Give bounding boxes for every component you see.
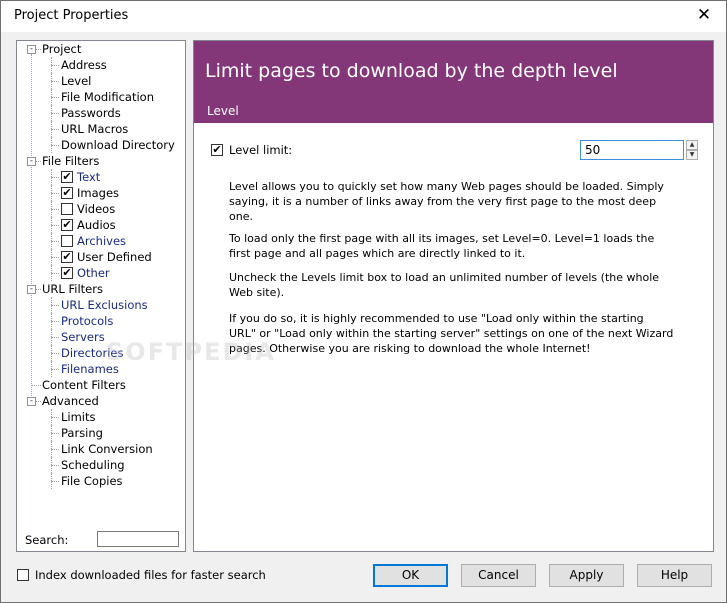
- filter-checkbox[interactable]: [61, 203, 73, 215]
- filter-checkbox[interactable]: ✔: [61, 251, 73, 263]
- tree-item-label: URL Filters: [42, 282, 103, 296]
- window-title: Project Properties: [14, 8, 129, 23]
- tree-connector: [51, 321, 59, 322]
- section-subtitle: Level: [207, 104, 239, 118]
- description-paragraph: Uncheck the Levels limit box to load an …: [229, 271, 660, 299]
- tree-connector: [51, 337, 59, 338]
- tree-connector: [51, 353, 59, 354]
- filter-checkbox[interactable]: ✔: [61, 187, 73, 199]
- spin-down-icon[interactable]: ▼: [686, 150, 698, 160]
- apply-button[interactable]: Apply: [549, 564, 624, 587]
- tree-connector: [31, 385, 41, 386]
- tree-connector: [36, 289, 41, 290]
- index-files-label: Index downloaded files for faster search: [35, 568, 266, 582]
- filter-checkbox[interactable]: ✔: [61, 171, 73, 183]
- navigation-tree-panel: - Project Address Level File Modification Pas…: [16, 40, 186, 552]
- tree-item-label: Audios: [77, 218, 116, 232]
- tree-item-label: Other: [77, 266, 110, 280]
- index-files-checkbox[interactable]: [17, 569, 29, 581]
- cancel-button[interactable]: Cancel: [461, 564, 536, 587]
- tree-item-label: Download Directory: [61, 138, 175, 152]
- tree-item-label: File Filters: [42, 154, 100, 168]
- tree-item-label: URL Macros: [61, 122, 129, 136]
- tree-item-label: Address: [61, 58, 107, 72]
- search-input[interactable]: [97, 531, 179, 547]
- tree-item-label: Servers: [61, 330, 105, 344]
- page-title: Limit pages to download by the depth lev…: [205, 60, 618, 82]
- tree-item-label: URL Exclusions: [61, 298, 148, 312]
- tree-item-label: Text: [77, 170, 101, 184]
- tree-connector: [51, 241, 59, 242]
- filter-checkbox[interactable]: ✔: [61, 267, 73, 279]
- tree-connector: [51, 145, 59, 146]
- tree-item-label: Advanced: [42, 394, 99, 408]
- tree-connector: [51, 257, 59, 258]
- tree-connector: [51, 209, 59, 210]
- tree-connector: [51, 417, 59, 418]
- tree-connector: [51, 113, 59, 114]
- tree-connector: [51, 433, 59, 434]
- level-limit-spinner[interactable]: ▲ ▼: [686, 140, 698, 160]
- tree-connector: [51, 193, 59, 194]
- filter-checkbox[interactable]: [61, 235, 73, 247]
- tree-item-label: Scheduling: [61, 458, 125, 472]
- collapse-icon[interactable]: -: [27, 45, 36, 54]
- tree-item-label: Parsing: [61, 426, 103, 440]
- tree-item-label: Content Filters: [42, 378, 126, 392]
- tree-connector: [51, 465, 59, 466]
- watermark: SOFTPEDIA: [106, 338, 276, 366]
- tree-connector: [51, 305, 59, 306]
- tree-item-label: Protocols: [61, 314, 114, 328]
- tree-item-label: User Defined: [77, 250, 152, 264]
- tree-connector: [51, 273, 59, 274]
- tree-item-label: Link Conversion: [61, 442, 153, 456]
- tree-root-connector: [31, 54, 32, 402]
- level-limit-label: Level limit:: [229, 143, 293, 157]
- tree-connector: [51, 65, 59, 66]
- search-label: Search:: [25, 533, 69, 547]
- level-limit-checkbox[interactable]: ✔: [211, 144, 223, 156]
- tree-connector: [51, 97, 59, 98]
- level-limit-input[interactable]: 50: [580, 140, 684, 160]
- collapse-icon[interactable]: -: [27, 397, 36, 406]
- tree-connector: [51, 369, 59, 370]
- tree-item-label: Passwords: [61, 106, 121, 120]
- tree-connector: [36, 401, 41, 402]
- description-paragraph: To load only the first page with all its…: [229, 232, 655, 260]
- tree-item-label: Limits: [61, 410, 96, 424]
- ok-button[interactable]: OK: [373, 564, 448, 587]
- tree-item-label: Archives: [77, 234, 127, 248]
- title-bar: Project Properties ✕: [1, 1, 726, 32]
- tree-connector: [51, 81, 59, 82]
- page-header: Limit pages to download by the depth lev…: [194, 41, 713, 123]
- content-panel: Limit pages to download by the depth lev…: [193, 40, 714, 552]
- tree-item-label: Images: [77, 186, 120, 200]
- tree-item-label: File Copies: [61, 474, 123, 488]
- tree-item-label: Project: [42, 42, 82, 56]
- tree-connector: [51, 449, 59, 450]
- description-paragraph: Level allows you to quickly set how many…: [229, 180, 664, 223]
- collapse-icon[interactable]: -: [27, 285, 36, 294]
- spin-up-icon[interactable]: ▲: [686, 140, 698, 150]
- tree-item-label: Level: [61, 74, 92, 88]
- description-paragraph: If you do so, it is highly recommended t…: [229, 312, 674, 355]
- tree-connector: [51, 225, 59, 226]
- tree-connector: [51, 129, 59, 130]
- filter-checkbox[interactable]: ✔: [61, 219, 73, 231]
- tree-connector: [36, 161, 41, 162]
- tree-connector: [36, 49, 41, 50]
- help-button[interactable]: Help: [637, 564, 712, 587]
- tree-connector: [51, 177, 59, 178]
- tree-connector: [51, 481, 59, 482]
- tree-item-label: File Modification: [61, 90, 154, 104]
- collapse-icon[interactable]: -: [27, 157, 36, 166]
- tree-item-label: Videos: [77, 202, 116, 216]
- project-properties-dialog: Project Properties ✕ - Project Address Leve…: [0, 0, 727, 603]
- close-icon[interactable]: ✕: [696, 7, 712, 24]
